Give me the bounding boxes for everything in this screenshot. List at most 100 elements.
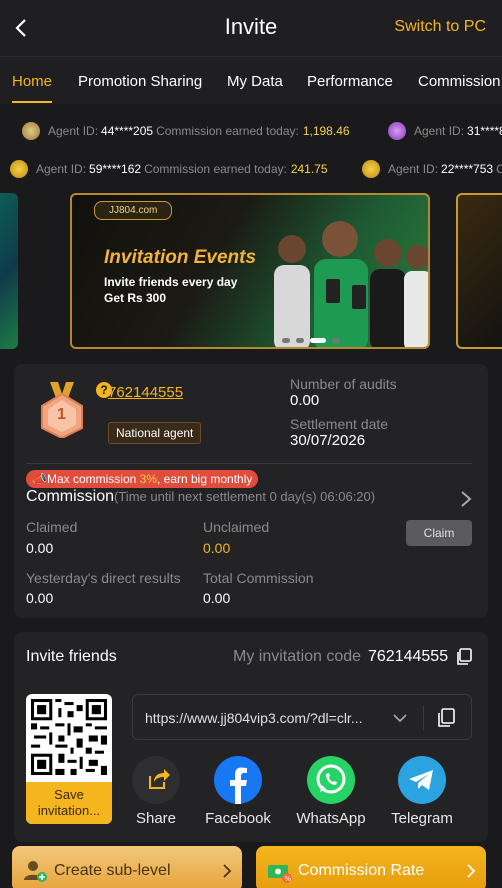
audits-label: Number of audits <box>290 376 397 392</box>
audits-value: 0.00 <box>290 392 320 409</box>
invite-friends-title: Invite friends <box>26 648 117 665</box>
banner-line-2: Get Rs 300 <box>104 291 167 305</box>
unclaimed-value: 0.00 <box>203 540 231 556</box>
copy-url-icon[interactable] <box>437 708 455 728</box>
banner-carousel[interactable]: JJ804.com Invitation Events Invite frien… <box>0 190 502 352</box>
svg-text:%: % <box>285 875 292 883</box>
agent-level-badge: National agent <box>108 422 202 444</box>
invitation-code-value: 762144555 <box>368 648 449 665</box>
share-option-telegram[interactable]: Telegram <box>387 756 457 827</box>
ticker-agent-id: 44****205 <box>101 124 154 138</box>
carousel-dot[interactable] <box>332 338 340 343</box>
qr-code <box>31 699 107 775</box>
chevron-right-icon[interactable] <box>460 490 472 508</box>
telegram-label: Telegram <box>391 810 453 827</box>
carousel-dot[interactable] <box>282 338 290 343</box>
rank-number: 1 <box>57 406 66 423</box>
banner-heading: Invitation Events <box>104 247 257 268</box>
switch-to-pc-link[interactable]: Switch to PC <box>394 18 486 36</box>
banner-people-illustration <box>274 221 428 347</box>
carousel-dot[interactable] <box>296 338 304 343</box>
ticker-row: Agent ID: 59****162 Commission earned to… <box>0 154 502 184</box>
ticker-label: Agent ID: <box>36 162 87 176</box>
invite-url-text: https://www.jj804vip3.com/?dl=clr... <box>145 710 363 726</box>
active-tab-indicator <box>12 101 52 103</box>
max-commission-badge: 📣Max commission 3%, earn big monthly <box>26 470 259 488</box>
share-icon <box>132 756 180 804</box>
facebook-icon <box>214 756 262 804</box>
ticker-agent-id: 31****8 <box>467 124 502 138</box>
ticker-earned-label: C <box>496 162 502 176</box>
tab-performance[interactable]: Performance <box>307 73 393 90</box>
tab-commission[interactable]: Commission <box>418 73 501 90</box>
facebook-label: Facebook <box>205 810 271 827</box>
share-option-facebook[interactable]: Facebook <box>203 756 273 827</box>
agent-id-link[interactable]: 762144555 <box>108 384 183 401</box>
create-sub-level-label: Create sub-level <box>54 862 171 879</box>
chevron-right-icon <box>223 864 232 878</box>
telegram-icon <box>398 756 446 804</box>
unclaimed-label: Unclaimed <box>203 519 270 535</box>
create-sub-level-button[interactable]: Create sub-level <box>12 846 242 888</box>
copy-code-icon[interactable] <box>456 648 472 666</box>
tab-bar: Home Promotion Sharing My Data Performan… <box>0 56 502 104</box>
promo-text-post: , earn big monthly <box>156 472 253 486</box>
claimed-label: Claimed <box>26 519 78 535</box>
carousel-indicator <box>282 338 340 343</box>
ticker-item: Agent ID: 22****753 C <box>362 160 502 178</box>
settlement-countdown: (Time until next settlement 0 day(s) 06:… <box>114 489 376 504</box>
settlement-date-label: Settlement date <box>290 416 389 432</box>
claim-button[interactable]: Claim <box>406 520 472 546</box>
share-option-share[interactable]: Share <box>121 756 191 827</box>
medal-icon <box>362 160 380 178</box>
divider <box>26 463 472 464</box>
tab-home[interactable]: Home <box>12 73 52 90</box>
commission-rate-button[interactable]: % Commission Rate <box>256 846 486 888</box>
invite-friends-card: Invite friends My invitation code 762144… <box>14 632 488 842</box>
ticker-agent-id: 22****753 <box>441 162 494 176</box>
invite-url-field[interactable]: https://www.jj804vip3.com/?dl=clr... <box>132 694 472 740</box>
whatsapp-icon <box>307 756 355 804</box>
commission-rate-label: Commission Rate <box>298 862 425 879</box>
yesterday-results-value: 0.00 <box>26 590 54 606</box>
ticker-item: Agent ID: 31****8 <box>388 122 502 140</box>
whatsapp-label: WhatsApp <box>296 810 366 827</box>
megaphone-icon: 📣 <box>32 472 47 486</box>
promo-percent: 3% <box>139 472 157 486</box>
medal-icon <box>10 160 28 178</box>
banner-slide-previous[interactable] <box>0 193 18 349</box>
ticker-earned-label: Commission earned today: <box>156 124 299 138</box>
ticker-agent-id: 59****162 <box>89 162 142 176</box>
chevron-down-icon[interactable] <box>393 713 407 723</box>
ticker-label: Agent ID: <box>388 162 439 176</box>
money-icon: % <box>268 865 292 883</box>
tab-promotion-sharing[interactable]: Promotion Sharing <box>78 73 202 90</box>
banner-slide-next[interactable] <box>456 193 502 349</box>
ticker-earned-label: Commission earned today: <box>144 162 287 176</box>
ticker-label: Agent ID: <box>48 124 99 138</box>
banner-logo: JJ804.com <box>94 201 173 220</box>
medal-icon <box>388 122 406 140</box>
total-commission-label: Total Commission <box>203 570 314 586</box>
ticker-label: Agent ID: <box>414 124 465 138</box>
carousel-dot-active[interactable] <box>310 338 326 343</box>
banner-line-1: Invite friends every day <box>104 275 238 289</box>
add-user-icon <box>24 861 47 882</box>
tab-my-data[interactable]: My Data <box>227 73 283 90</box>
divider <box>423 705 424 731</box>
share-label: Share <box>135 810 177 827</box>
ticker-amount: 1,198.46 <box>302 124 350 138</box>
save-invitation-button[interactable]: Save invitation... <box>26 782 112 824</box>
ticker-item: Agent ID: 59****162 Commission earned to… <box>10 160 328 178</box>
banner-slide-current[interactable]: JJ804.com Invitation Events Invite frien… <box>70 193 430 349</box>
promo-text-pre: Max commission <box>46 472 140 486</box>
yesterday-results-label: Yesterday's direct results <box>26 570 181 586</box>
ticker-item: Agent ID: 44****205 Commission earned to… <box>22 122 350 140</box>
ticker-amount: 241.75 <box>290 162 328 176</box>
total-commission-value: 0.00 <box>203 590 231 606</box>
commission-title-row[interactable]: Commission(Time until next settlement 0 … <box>26 488 375 506</box>
ticker-row: Agent ID: 44****205 Commission earned to… <box>0 116 502 146</box>
chevron-right-icon <box>467 864 476 878</box>
share-option-whatsapp[interactable]: WhatsApp <box>296 756 366 827</box>
qr-code-card[interactable]: Save invitation... <box>26 694 112 824</box>
